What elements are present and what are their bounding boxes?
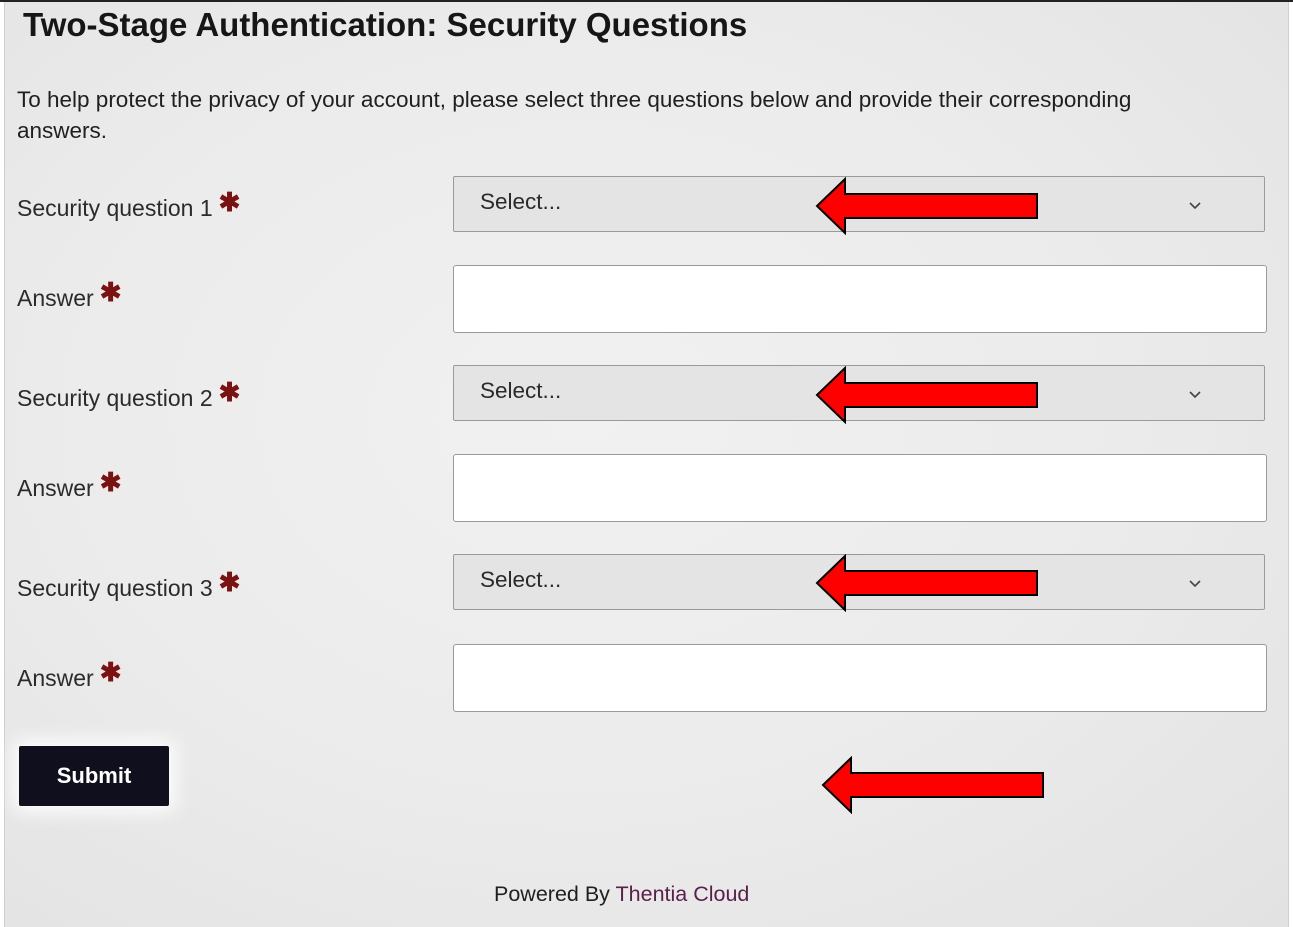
required-asterisk-icon: ✱	[99, 657, 122, 687]
brand-link[interactable]: Thentia Cloud	[616, 882, 750, 906]
answer-2-input[interactable]	[453, 454, 1267, 522]
red-arrow-icon	[815, 177, 1038, 235]
select-value: Select...	[480, 189, 562, 214]
chevron-down-icon	[1189, 202, 1201, 210]
answer-2-label: Answer ✱	[17, 467, 122, 503]
answer-1-label-text: Answer	[17, 285, 94, 311]
answer-1-input[interactable]	[453, 265, 1267, 333]
security-question-1-label-text: Security question 1	[17, 195, 213, 221]
required-asterisk-icon: ✱	[99, 467, 122, 497]
required-asterisk-icon: ✱	[218, 187, 241, 217]
footer: Powered By Thentia Cloud	[494, 882, 749, 907]
answer-3-label-text: Answer	[17, 665, 94, 691]
submit-button[interactable]: Submit	[19, 746, 169, 806]
red-arrow-icon	[821, 756, 1044, 814]
security-question-2-label-text: Security question 2	[17, 385, 213, 411]
security-question-2-label: Security question 2 ✱	[17, 377, 240, 413]
security-question-3-label: Security question 3 ✱	[17, 567, 240, 603]
select-value: Select...	[480, 378, 562, 403]
page-title: Two-Stage Authentication: Security Quest…	[23, 6, 748, 43]
security-question-3-label-text: Security question 3	[17, 575, 213, 601]
chevron-down-icon	[1189, 391, 1201, 399]
required-asterisk-icon: ✱	[218, 377, 241, 407]
required-asterisk-icon: ✱	[218, 567, 241, 597]
select-value: Select...	[480, 567, 562, 592]
powered-by-text: Powered By	[494, 882, 610, 906]
security-questions-panel: Two-Stage Authentication: Security Quest…	[4, 2, 1289, 927]
chevron-down-icon	[1189, 580, 1201, 588]
security-question-1-label: Security question 1 ✱	[17, 187, 240, 223]
red-arrow-icon	[815, 366, 1038, 424]
red-arrow-icon	[815, 554, 1038, 612]
answer-2-label-text: Answer	[17, 475, 94, 501]
answer-3-label: Answer ✱	[17, 657, 122, 693]
answer-3-input[interactable]	[453, 644, 1267, 712]
answer-1-label: Answer ✱	[17, 277, 122, 313]
required-asterisk-icon: ✱	[99, 277, 122, 307]
intro-text: To help protect the privacy of your acco…	[17, 87, 1132, 143]
